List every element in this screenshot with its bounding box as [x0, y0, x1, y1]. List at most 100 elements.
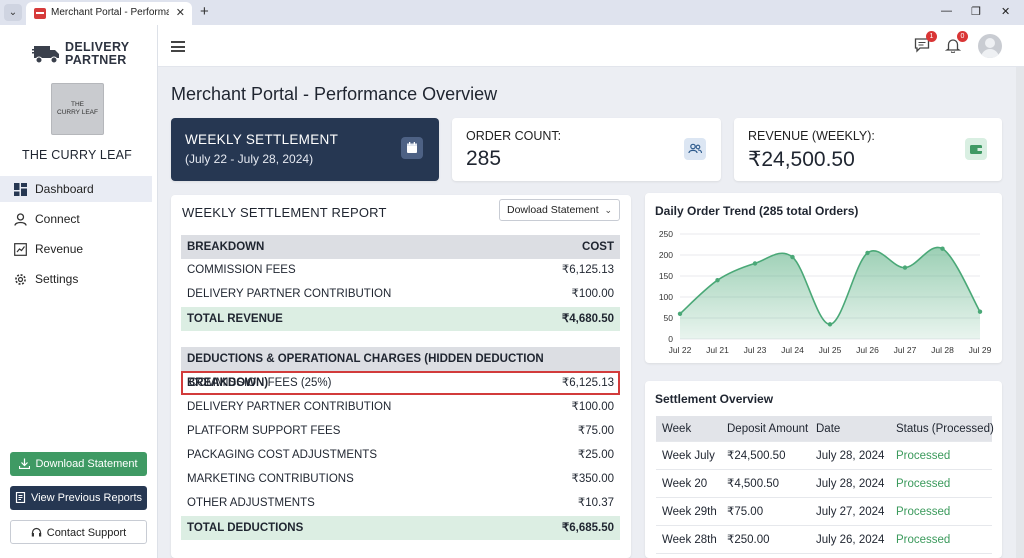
scrollbar[interactable]	[1016, 67, 1024, 558]
sidebar-item-connect[interactable]: Connect	[0, 206, 152, 232]
logo-text-1: THE	[71, 101, 84, 108]
row-cost: ₹6,125.13	[561, 377, 614, 389]
data-point	[940, 246, 945, 251]
table-row-highlighted: COMMISSION FEES (25%) ₹6,125.13	[181, 371, 620, 395]
x-tick-label: Jul 21	[706, 345, 729, 355]
view-previous-reports-button[interactable]: View Previous Reports	[10, 486, 147, 510]
messages-button[interactable]: 1	[914, 31, 937, 53]
row-cost: ₹75.00	[577, 425, 614, 437]
row-cost: ₹6,125.13	[561, 264, 614, 276]
table-row: Week 28th ₹250.00 July 26, 2024 Processe…	[656, 526, 992, 554]
week-cell: Week 20	[662, 478, 708, 490]
tab-close-icon[interactable]: ✕	[176, 6, 185, 19]
table-row: DELIVERY PARTNER CONTRIBUTION ₹100.00	[181, 395, 620, 419]
date-cell: July 28, 2024	[816, 478, 885, 490]
avatar[interactable]	[978, 34, 1002, 58]
weekly-revenue-value: ₹24,500.50	[748, 148, 855, 171]
data-point	[865, 250, 870, 256]
restaurant-logo: THE CURRY LEAF	[51, 83, 104, 135]
table-row: OTHER ADJUSTMENTS ₹10.37	[181, 491, 620, 515]
date-cell: July 27, 2024	[816, 506, 885, 518]
breakdown-header: BREAKDOWN	[187, 241, 265, 253]
notifications-button[interactable]: 0	[944, 31, 968, 54]
row-label: DELIVERY PARTNER CONTRIBUTION	[187, 401, 392, 413]
report-title: WEEKLY SETTLEMENT REPORT	[182, 205, 387, 220]
weekly-revenue-label: REVENUE (WEEKLY):	[748, 129, 875, 143]
daily-order-trend-card: Daily Order Trend (285 total Orders) 0 50…	[645, 193, 1002, 363]
status-badge: Processed	[896, 506, 951, 518]
deductions-header-row: DEDUCTIONS & OPERATIONAL CHARGES (HIDDEN…	[181, 347, 620, 389]
user-icon	[14, 213, 27, 226]
weekly-settlement-title: WEEKLY SETTLEMENT	[185, 132, 339, 147]
users-icon	[684, 138, 706, 160]
status-badge: Processed	[896, 534, 951, 546]
order-count-value: 285	[466, 147, 502, 170]
top-bar: 1 0	[158, 25, 1024, 67]
y-tick-label: 200	[659, 250, 673, 260]
y-tick-label: 100	[659, 292, 673, 302]
x-tick-label: Jul 28	[931, 345, 954, 355]
order-count-card: ORDER COUNT: 285	[452, 118, 721, 181]
y-tick-label: 250	[659, 229, 673, 239]
chevron-down-icon: ⌄	[604, 205, 612, 215]
row-label: DELIVERY PARTNER CONTRIBUTION	[187, 288, 392, 300]
gear-icon	[15, 274, 26, 285]
messages-badge: 1	[926, 31, 937, 42]
row-label: PACKAGING COST ADJUSTMENTS	[187, 449, 377, 461]
sidebar-item-dashboard[interactable]: Dashboard	[0, 176, 152, 202]
data-point	[715, 278, 720, 283]
y-tick-label: 0	[668, 334, 673, 344]
y-tick-label: 150	[659, 271, 673, 281]
week-cell: Week July	[662, 450, 715, 462]
row-cost: ₹350.00	[571, 473, 615, 485]
minimize-button[interactable]: —	[941, 5, 952, 17]
sidebar-item-label: Dashboard	[35, 182, 94, 196]
total-revenue-row: TOTAL REVENUE ₹4,680.50	[181, 307, 620, 331]
delivery-truck-icon	[32, 46, 59, 64]
total-revenue-label: TOTAL REVENUE	[187, 313, 283, 325]
table-row: COMMISSION FEES ₹6,125.13	[181, 258, 620, 282]
row-label: PLATFORM SUPPORT FEES	[187, 425, 341, 437]
total-deductions-row: TOTAL DEDUCTIONS ₹6,685.50	[181, 516, 620, 540]
table-row: PACKAGING COST ADJUSTMENTS ₹25.00	[181, 443, 620, 467]
daily-order-trend-chart: 0 50 100 150 200 250 Jul 22 Jul 21 Jul 23 Jul 24 J…	[659, 229, 992, 355]
maximize-button[interactable]: ❐	[971, 5, 981, 18]
tab-title: Merchant Portal - Performance	[51, 7, 169, 18]
download-statement-label: Download Statement	[35, 458, 138, 470]
row-cost: ₹10.37	[577, 497, 614, 509]
page-title: Merchant Portal - Performance Overview	[171, 84, 498, 104]
contact-support-button[interactable]: Contact Support	[10, 520, 147, 544]
week-cell: Week 28th	[662, 534, 717, 546]
total-revenue-value: ₹4,680.50	[561, 313, 614, 325]
total-deductions-label: TOTAL DEDUCTIONS	[187, 522, 304, 534]
wallet-icon	[965, 138, 987, 160]
browser-tab[interactable]: Merchant Portal - Performance ✕	[26, 2, 192, 25]
sidebar-item-settings[interactable]: Settings	[0, 266, 152, 292]
column-header: Date	[816, 423, 841, 435]
new-tab-button[interactable]: +	[200, 3, 209, 20]
contact-support-label: Contact Support	[46, 527, 127, 539]
data-point	[790, 254, 795, 260]
table-row: PLATFORM SUPPORT FEES ₹75.00	[181, 419, 620, 443]
hamburger-menu-icon[interactable]	[171, 41, 185, 52]
data-point	[827, 322, 833, 327]
sidebar-item-label: Connect	[35, 212, 80, 226]
x-tick-label: Jul 29	[969, 345, 992, 355]
restaurant-name: THE CURRY LEAF	[21, 148, 132, 162]
sidebar-item-revenue[interactable]: Revenue	[0, 236, 152, 262]
total-deductions-value: ₹6,685.50	[561, 522, 614, 534]
window-close-button[interactable]: ✕	[1001, 5, 1010, 18]
download-statement-button[interactable]: Download Statement	[10, 452, 147, 476]
data-point	[902, 265, 908, 270]
brand-line-2: PARTNER	[65, 53, 127, 67]
sidebar: DELIVERY PARTNER THE CURRY LEAF THE CURR…	[0, 25, 158, 558]
column-header: Deposit Amount	[727, 423, 809, 435]
download-statement-select[interactable]: Dowload Statement ⌄	[499, 199, 620, 221]
row-cost: ₹100.00	[571, 401, 615, 413]
table-row: Week July ₹24,500.50 July 28, 2024 Proce…	[656, 442, 992, 470]
x-tick-label: Jul 27	[894, 345, 917, 355]
status-badge: Processed	[896, 478, 951, 490]
tab-menu-button[interactable]: ⌄	[4, 4, 22, 21]
weekly-revenue-card: REVENUE (WEEKLY): ₹24,500.50	[734, 118, 1002, 181]
chart-icon	[14, 243, 27, 256]
